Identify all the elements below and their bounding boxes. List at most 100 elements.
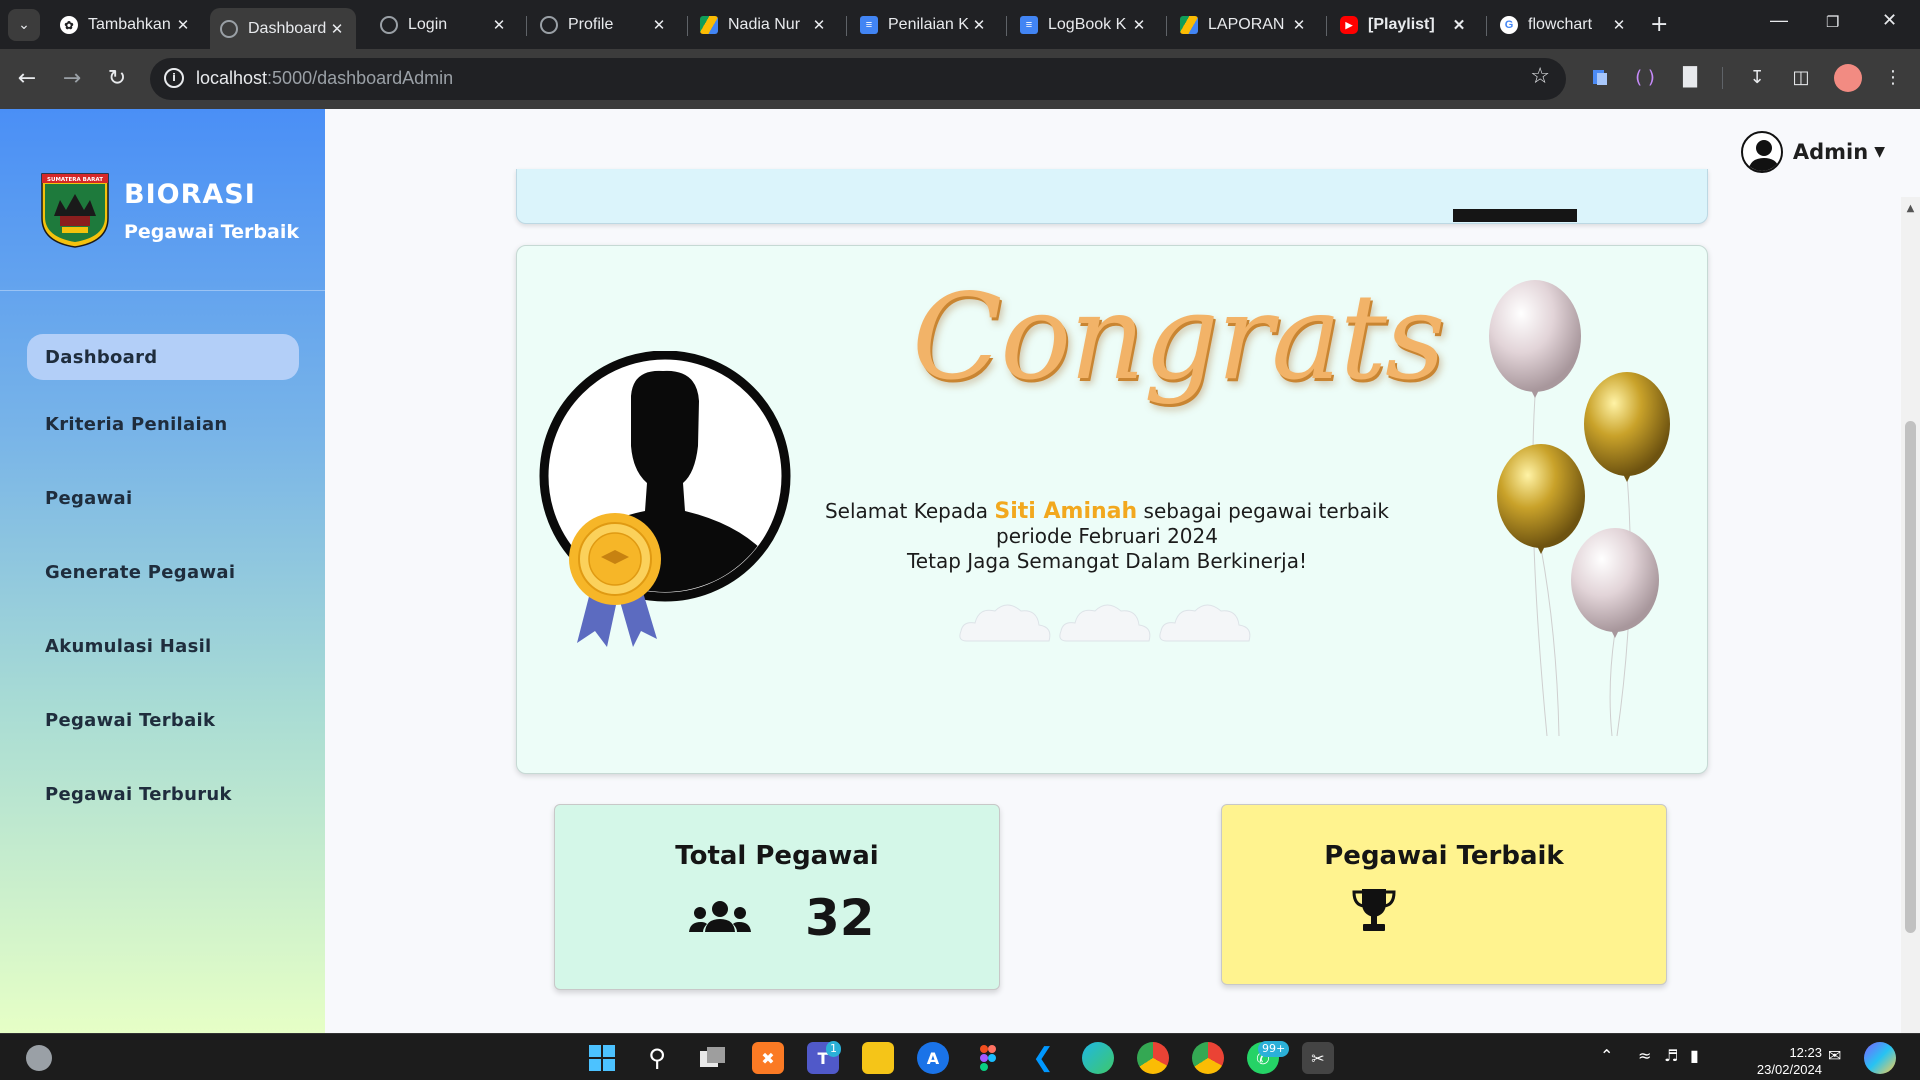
browser-tab[interactable]: ≡ LogBook K ✕ xyxy=(1010,8,1158,42)
clouds-decoration xyxy=(959,604,1251,642)
browser-tab[interactable]: Login ✕ xyxy=(370,8,518,42)
close-icon[interactable]: ✕ xyxy=(1610,16,1628,34)
volume-icon[interactable]: ♬ xyxy=(1664,1046,1678,1065)
close-icon[interactable]: ✕ xyxy=(650,16,668,34)
browser-tab[interactable]: LAPORAN ✕ xyxy=(1170,8,1318,42)
close-icon[interactable]: ✕ xyxy=(490,16,508,34)
close-icon[interactable]: ✕ xyxy=(1290,16,1308,34)
close-icon[interactable]: ✕ xyxy=(810,16,828,34)
reload-icon[interactable]: ↻ xyxy=(102,63,132,93)
sidebar-item-kriteria-penilaian[interactable]: Kriteria Penilaian xyxy=(27,401,299,447)
card-image-partial xyxy=(1453,209,1577,222)
side-panel-icon[interactable]: ◫ xyxy=(1788,64,1814,90)
whatsapp-badge: 99+ xyxy=(1258,1041,1290,1057)
sidebar-item-pegawai-terburuk[interactable]: Pegawai Terburuk xyxy=(27,771,299,817)
edge-icon[interactable] xyxy=(1082,1042,1114,1074)
sidebar-item-pegawai-terbaik[interactable]: Pegawai Terbaik xyxy=(27,697,299,743)
browser-tab[interactable]: ✿ Tambahkan ✕ xyxy=(50,8,202,42)
award-ribbon-icon xyxy=(569,513,661,647)
brand-title: BIORASI xyxy=(124,179,256,210)
extension-files-icon[interactable] xyxy=(1587,64,1613,90)
browser-tab-bar: ⌄ ✿ Tambahkan ✕ Dashboard ✕ Login ✕ Prof… xyxy=(0,0,1920,49)
close-icon[interactable]: ✕ xyxy=(1450,16,1468,34)
sidebar-item-generate-pegawai[interactable]: Generate Pegawai xyxy=(27,549,299,595)
teams-badge: 1 xyxy=(826,1041,841,1057)
forward-icon[interactable]: → xyxy=(57,63,87,93)
congrats-line-2: periode Februari 2024 xyxy=(996,524,1218,548)
chrome-icon[interactable] xyxy=(1137,1042,1169,1074)
sidebar-brand: SUMATERA BARAT BIORASI Pegawai Terbaik xyxy=(0,109,325,291)
close-icon[interactable]: ✕ xyxy=(328,20,346,38)
tab-search-button[interactable]: ⌄ xyxy=(8,9,40,41)
sidebar: SUMATERA BARAT BIORASI Pegawai Terbaik D… xyxy=(0,109,325,1033)
copilot-icon[interactable] xyxy=(1864,1042,1896,1074)
congrats-line-1: Selamat Kepada Siti Aminah sebagai pegaw… xyxy=(824,499,1390,524)
download-icon[interactable]: ↧ xyxy=(1744,64,1770,90)
globe-icon xyxy=(380,16,398,34)
url-text: localhost:5000/dashboardAdmin xyxy=(196,68,454,88)
new-tab-button[interactable]: + xyxy=(1650,12,1668,37)
sidebar-item-pegawai[interactable]: Pegawai xyxy=(27,475,299,521)
google-icon: G xyxy=(1500,16,1518,34)
close-icon[interactable]: ✕ xyxy=(1130,16,1148,34)
file-explorer-icon[interactable] xyxy=(862,1042,894,1074)
close-icon[interactable]: ✕ xyxy=(970,16,988,34)
menu-kebab-icon[interactable]: ⋮ xyxy=(1880,64,1906,90)
balloons-decoration xyxy=(1489,280,1670,737)
extension-brackets-icon[interactable]: ( ) xyxy=(1632,64,1658,90)
pegawai-terbaik-card: Pegawai Terbaik xyxy=(1221,804,1667,985)
snipping-tool-icon[interactable]: ✂ xyxy=(1302,1042,1334,1074)
browser-toolbar: ← → ↻ i localhost:5000/dashboardAdmin ☆ … xyxy=(0,49,1920,109)
bookmark-star-icon[interactable]: ☆ xyxy=(1530,64,1550,89)
chrome-profile-icon[interactable] xyxy=(1192,1042,1224,1074)
sidebar-item-dashboard[interactable]: Dashboard xyxy=(27,334,299,380)
weather-widget-icon[interactable] xyxy=(26,1045,52,1071)
user-menu[interactable]: Admin ▼ xyxy=(1740,131,1885,173)
tab-label: Login xyxy=(408,16,448,33)
scroll-up-icon[interactable]: ▲ xyxy=(1905,203,1916,214)
figma-icon[interactable] xyxy=(972,1042,1004,1074)
extensions-puzzle-icon[interactable]: █ xyxy=(1677,64,1703,90)
back-icon[interactable]: ← xyxy=(12,63,42,93)
wifi-icon[interactable]: ≈ xyxy=(1638,1046,1651,1065)
xampp-icon[interactable]: ✖ xyxy=(752,1042,784,1074)
page-scrollbar[interactable]: ▲ xyxy=(1901,197,1920,1033)
vscode-icon[interactable]: ❮ xyxy=(1027,1042,1059,1074)
browser-tab[interactable]: G flowchart ✕ xyxy=(1490,8,1638,42)
sidebar-item-akumulasi-hasil[interactable]: Akumulasi Hasil xyxy=(27,623,299,669)
scroll-thumb[interactable] xyxy=(1905,421,1916,933)
docs-icon: ≡ xyxy=(860,16,878,34)
sidebar-item-label: Generate Pegawai xyxy=(45,561,236,583)
search-icon[interactable]: ⚲ xyxy=(641,1042,673,1074)
total-pegawai-card: Total Pegawai 32 xyxy=(554,804,1000,990)
close-window-icon[interactable]: ✕ xyxy=(1882,10,1897,31)
tray-overflow-icon[interactable]: ⌃ xyxy=(1600,1046,1613,1065)
winner-photo-placeholder xyxy=(539,351,791,647)
battery-icon[interactable]: ▮ xyxy=(1690,1046,1699,1065)
clock-time: 12:23 xyxy=(1789,1045,1822,1060)
tab-separator xyxy=(1326,16,1327,36)
sumatera-barat-logo: SUMATERA BARAT xyxy=(41,173,109,248)
tab-label: flowchart xyxy=(1528,16,1593,33)
restore-icon[interactable]: ❐ xyxy=(1826,13,1839,31)
site-info-icon[interactable]: i xyxy=(164,68,184,88)
browser-tab-active[interactable]: Dashboard ✕ xyxy=(210,8,356,49)
task-view-icon[interactable] xyxy=(697,1042,729,1074)
close-icon[interactable]: ✕ xyxy=(174,16,192,34)
minimize-icon[interactable]: — xyxy=(1770,10,1788,31)
tab-separator xyxy=(687,16,688,36)
system-clock[interactable]: 12:23 23/02/2024 xyxy=(1730,1044,1822,1078)
app-store-icon[interactable]: A xyxy=(917,1042,949,1074)
globe-icon xyxy=(540,16,558,34)
notifications-icon[interactable]: ✉ xyxy=(1828,1046,1841,1065)
browser-tab[interactable]: Profile ✕ xyxy=(530,8,678,42)
user-name: Admin xyxy=(1792,140,1869,164)
address-bar[interactable]: i localhost:5000/dashboardAdmin ☆ xyxy=(150,58,1566,100)
browser-tab[interactable]: ≡ Penilaian K ✕ xyxy=(850,8,998,42)
youtube-icon: ▶ xyxy=(1340,16,1358,34)
browser-tab[interactable]: ▶ [Playlist] ✕ xyxy=(1330,8,1478,42)
windows-start-icon[interactable] xyxy=(586,1042,618,1074)
browser-tab[interactable]: Nadia Nur ✕ xyxy=(690,8,838,42)
trophy-icon xyxy=(1352,889,1396,931)
profile-avatar-icon[interactable] xyxy=(1834,64,1862,92)
